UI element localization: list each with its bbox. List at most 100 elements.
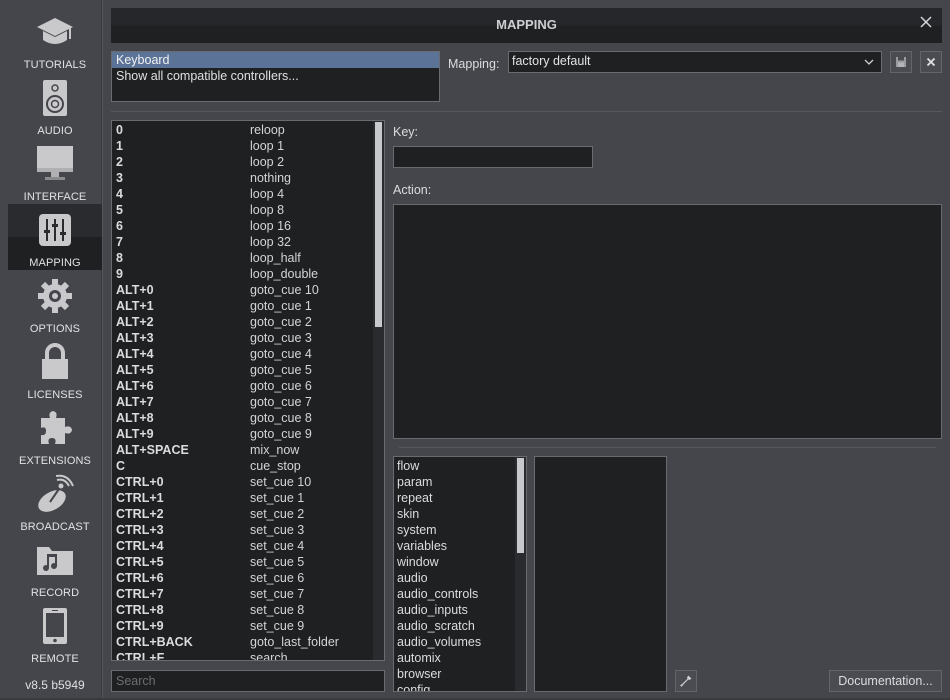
sidebar-item-interface[interactable]: INTERFACE [8, 138, 102, 204]
action-cell: nothing [250, 171, 292, 185]
key-cell: ALT+3 [116, 331, 154, 345]
category-item[interactable]: audio_volumes [394, 634, 514, 650]
delete-mapping-button[interactable] [920, 51, 942, 73]
key-mapping-row[interactable]: CTRL+2 set_cue 2 [112, 506, 374, 522]
sidebar-item-label: OPTIONS [29, 323, 81, 335]
category-item[interactable]: window [394, 554, 514, 570]
category-item[interactable]: automix [394, 650, 514, 666]
sidebar-item-tutorials[interactable]: TUTORIALS [8, 6, 102, 72]
key-mapping-row[interactable]: CTRL+F search [112, 650, 374, 660]
category-item[interactable]: flow [394, 458, 514, 474]
key-mapping-row[interactable]: 7 loop 32 [112, 234, 374, 250]
key-cell: CTRL+5 [116, 555, 164, 569]
action-cell: mix_now [250, 443, 300, 457]
category-list-scrollbar[interactable] [515, 457, 526, 691]
key-mapping-row[interactable]: 1 loop 1 [112, 138, 374, 154]
action-cell: loop 1 [250, 139, 285, 153]
floppy-disk-icon [896, 57, 906, 67]
key-cell: ALT+0 [116, 283, 154, 297]
category-item[interactable]: audio_controls [394, 586, 514, 602]
search-input[interactable]: Search [111, 670, 385, 692]
sidebar-item-broadcast[interactable]: BROADCAST [8, 468, 102, 534]
key-mapping-row[interactable]: CTRL+1 set_cue 1 [112, 490, 374, 506]
sidebar-item-options[interactable]: OPTIONS [8, 270, 102, 336]
category-item[interactable]: variables [394, 538, 514, 554]
key-mapping-row[interactable]: ALT+4 goto_cue 4 [112, 346, 374, 362]
category-item[interactable]: skin [394, 506, 514, 522]
action-picker-button[interactable] [675, 670, 697, 692]
key-mapping-row[interactable]: ALT+6 goto_cue 6 [112, 378, 374, 394]
key-mapping-row[interactable]: ALT+0 goto_cue 10 [112, 282, 374, 298]
controller-item-show-all[interactable]: Show all compatible controllers... [112, 68, 439, 84]
sidebar-item-record[interactable]: RECORD [8, 534, 102, 600]
key-mapping-row[interactable]: ALT+1 goto_cue 1 [112, 298, 374, 314]
controller-item-keyboard[interactable]: Keyboard [112, 52, 439, 68]
action-category-list[interactable]: flow param repeat skin system variables window… [393, 456, 527, 692]
key-mapping-row[interactable]: CTRL+7 set_cue 7 [112, 586, 374, 602]
documentation-button[interactable]: Documentation... [829, 670, 942, 692]
category-item[interactable]: system [394, 522, 514, 538]
close-window-button[interactable] [918, 15, 934, 31]
key-mapping-row[interactable]: CTRL+9 set_cue 9 [112, 618, 374, 634]
sidebar-item-extensions[interactable]: EXTENSIONS [8, 402, 102, 468]
mapping-dropdown[interactable]: factory default [508, 51, 882, 73]
key-input[interactable] [393, 146, 593, 168]
action-cell: reloop [250, 123, 285, 137]
key-mapping-row[interactable]: ALT+SPACE mix_now [112, 442, 374, 458]
key-cell: ALT+5 [116, 363, 154, 377]
key-mapping-row[interactable]: 6 loop 16 [112, 218, 374, 234]
key-mapping-row[interactable]: CTRL+4 set_cue 4 [112, 538, 374, 554]
category-list-scrollbar-thumb[interactable] [517, 458, 524, 553]
key-mapping-row[interactable]: 0 reloop [112, 122, 374, 138]
action-cell: goto_cue 5 [250, 363, 312, 377]
key-mapping-row[interactable]: ALT+3 goto_cue 3 [112, 330, 374, 346]
controller-list[interactable]: Keyboard Show all compatible controllers… [111, 51, 440, 102]
sidebar-item-licenses[interactable]: LICENSES [8, 336, 102, 402]
key-mapping-row[interactable]: ALT+8 goto_cue 8 [112, 410, 374, 426]
category-item[interactable]: audio [394, 570, 514, 586]
key-mapping-row[interactable]: CTRL+0 set_cue 10 [112, 474, 374, 490]
key-cell: 9 [116, 267, 123, 281]
key-mapping-row[interactable]: 8 loop_half [112, 250, 374, 266]
key-mapping-row[interactable]: ALT+9 goto_cue 9 [112, 426, 374, 442]
key-cell: 0 [116, 123, 123, 137]
key-mapping-row[interactable]: 5 loop 8 [112, 202, 374, 218]
action-cell: set_cue 3 [250, 523, 305, 537]
key-mapping-row[interactable]: ALT+7 goto_cue 7 [112, 394, 374, 410]
sidebar-item-audio[interactable]: AUDIO [8, 72, 102, 138]
category-item[interactable]: browser [394, 666, 514, 682]
category-item[interactable]: audio_scratch [394, 618, 514, 634]
category-item[interactable]: config [394, 682, 514, 691]
sidebar-item-remote[interactable]: REMOTE [8, 600, 102, 666]
action-sublist[interactable] [534, 456, 667, 692]
key-mapping-row[interactable]: CTRL+6 set_cue 6 [112, 570, 374, 586]
key-mapping-list[interactable]: 0 reloop 1 loop 1 2 loop 2 3 nothing 4 loop 4 5 loo… [111, 120, 385, 661]
key-mapping-row[interactable]: CTRL+8 set_cue 8 [112, 602, 374, 618]
key-mapping-row[interactable]: ALT+5 goto_cue 5 [112, 362, 374, 378]
save-mapping-button[interactable] [890, 51, 912, 73]
category-item[interactable]: repeat [394, 490, 514, 506]
action-cell: set_cue 5 [250, 555, 305, 569]
category-item[interactable]: param [394, 474, 514, 490]
key-mapping-row[interactable]: CTRL+5 set_cue 5 [112, 554, 374, 570]
key-cell: 5 [116, 203, 123, 217]
monitor-icon [35, 144, 75, 184]
category-item[interactable]: audio_inputs [394, 602, 514, 618]
key-mapping-row[interactable]: ALT+2 goto_cue 2 [112, 314, 374, 330]
key-list-scrollbar[interactable] [373, 121, 384, 660]
action-cell: goto_cue 2 [250, 315, 312, 329]
key-cell: CTRL+9 [116, 619, 164, 633]
key-mapping-row[interactable]: 9 loop_double [112, 266, 374, 282]
key-mapping-row[interactable]: CTRL+BACK goto_last_folder [112, 634, 374, 650]
key-cell: CTRL+3 [116, 523, 164, 537]
action-textarea[interactable] [393, 204, 942, 439]
action-cell: loop 16 [250, 219, 292, 233]
sidebar-item-mapping[interactable]: MAPPING [8, 204, 102, 270]
key-mapping-row[interactable]: 4 loop 4 [112, 186, 374, 202]
key-list-scrollbar-thumb[interactable] [375, 122, 382, 327]
key-mapping-row[interactable]: CTRL+3 set_cue 3 [112, 522, 374, 538]
key-mapping-row[interactable]: 2 loop 2 [112, 154, 374, 170]
key-mapping-row[interactable]: 3 nothing [112, 170, 374, 186]
key-mapping-row[interactable]: Ccue_stop [112, 458, 374, 474]
action-cell: set_cue 2 [250, 507, 305, 521]
